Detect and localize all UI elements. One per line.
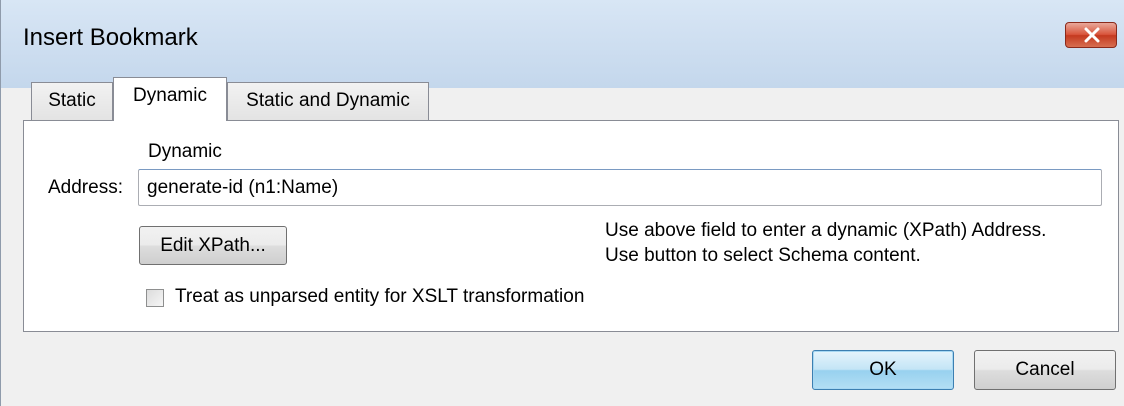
close-icon [1084, 27, 1100, 43]
title-bar: Insert Bookmark [1, 0, 1124, 88]
ok-button-label: OK [869, 359, 897, 380]
cancel-button-label: Cancel [1015, 359, 1075, 380]
tab-dynamic-label: Dynamic [133, 85, 207, 106]
unparsed-entity-checkbox[interactable] [146, 289, 164, 307]
hint-line-2: Use button to select Schema content. [605, 245, 921, 266]
tab-dynamic[interactable]: Dynamic [113, 77, 227, 121]
insert-bookmark-dialog: Insert Bookmark Static Dynamic Static an… [0, 0, 1124, 406]
window-title: Insert Bookmark [23, 24, 198, 51]
unparsed-entity-checkbox-label[interactable]: Treat as unparsed entity for XSLT transf… [175, 286, 584, 308]
address-label: Address: [48, 177, 123, 198]
tab-static-and-dynamic-label: Static and Dynamic [246, 90, 410, 111]
tab-static[interactable]: Static [31, 82, 113, 120]
hint-line-1: Use above field to enter a dynamic (XPat… [605, 220, 1047, 241]
edit-xpath-button-label: Edit XPath... [160, 235, 266, 256]
edit-xpath-button[interactable]: Edit XPath... [139, 226, 287, 265]
cancel-button[interactable]: Cancel [974, 350, 1116, 390]
tab-static-and-dynamic[interactable]: Static and Dynamic [227, 82, 429, 120]
address-input[interactable]: generate-id (n1:Name) [138, 169, 1102, 206]
dynamic-section-label: Dynamic [148, 141, 222, 162]
tab-static-label: Static [48, 90, 96, 111]
close-button[interactable] [1065, 22, 1117, 48]
ok-button[interactable]: OK [812, 350, 954, 390]
